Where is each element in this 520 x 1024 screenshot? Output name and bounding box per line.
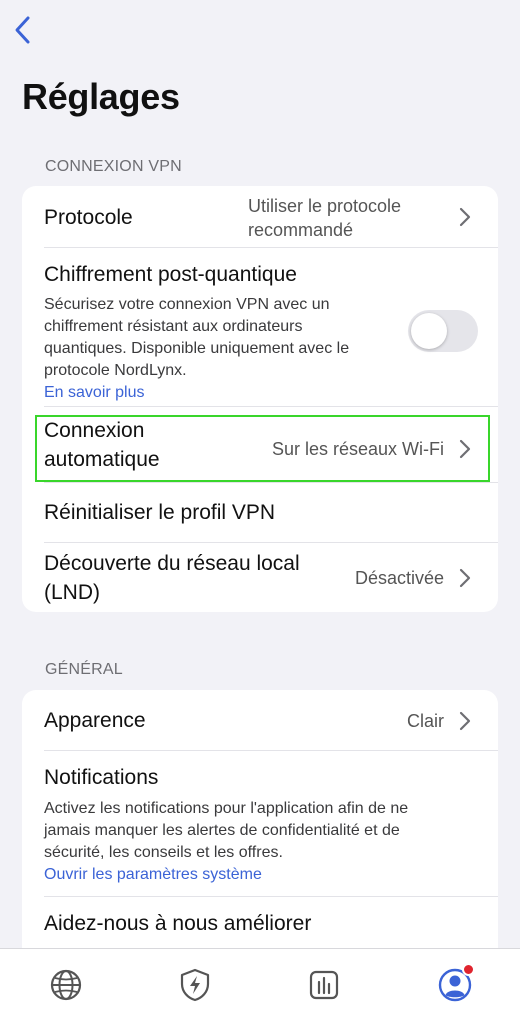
- auto-connect-label-line2: automatique: [44, 448, 160, 471]
- reset-vpn-profile-row[interactable]: Réinitialiser le profil VPN: [22, 483, 498, 543]
- tab-profile[interactable]: [435, 963, 475, 1005]
- lnd-label-line2: (LND): [44, 581, 100, 604]
- lnd-label-line1: Découverte du réseau local: [44, 552, 300, 575]
- shield-bolt-icon: [180, 968, 210, 1002]
- protocol-row[interactable]: Protocole Utiliser le protocole recomman…: [22, 186, 498, 248]
- post-quantum-desc-line: chiffrement résistant aux ordinateurs: [44, 318, 303, 335]
- section-header-general: GÉNÉRAL: [45, 661, 123, 678]
- protocol-value: Utiliser le protocole recommandé: [248, 194, 444, 242]
- toggle-knob: [411, 313, 447, 349]
- appearance-value: Clair: [406, 711, 444, 731]
- open-system-settings-link[interactable]: Ouvrir les paramètres système: [44, 864, 262, 886]
- page-title: Réglages: [22, 76, 180, 117]
- post-quantum-desc-line: protocole NordLynx.: [44, 362, 187, 379]
- notification-badge: [462, 963, 475, 976]
- reset-vpn-profile-label: Réinitialiser le profil VPN: [44, 501, 276, 524]
- auto-connect-row[interactable]: Connexion automatique Sur les réseaux Wi…: [22, 407, 498, 483]
- help-improve-label: Aidez-nous à nous améliorer: [44, 912, 312, 935]
- post-quantum-desc-line: quantiques. Disponible uniquement avec l…: [44, 340, 350, 357]
- chevron-right-icon: [459, 711, 471, 731]
- auto-connect-value: Sur les réseaux Wi-Fi: [271, 439, 444, 459]
- stats-icon: [309, 970, 339, 1000]
- chevron-left-icon: [15, 16, 30, 44]
- notifications-desc-line: Activez les notifications pour l'applica…: [44, 800, 409, 817]
- appearance-label: Apparence: [44, 709, 146, 732]
- back-button[interactable]: [8, 12, 36, 48]
- auto-connect-label: Connexion automatique: [44, 416, 160, 474]
- post-quantum-description: Sécurisez votre connexion VPN avec un ch…: [44, 294, 404, 382]
- notifications-row: Notifications Activez les notifications …: [22, 751, 498, 897]
- tab-stats[interactable]: [304, 965, 344, 1005]
- protocol-label: Protocole: [44, 206, 133, 229]
- post-quantum-label: Chiffrement post-quantique: [44, 263, 297, 286]
- auto-connect-label-line1: Connexion: [44, 419, 145, 442]
- post-quantum-row: Chiffrement post-quantique Sécurisez vot…: [22, 248, 498, 407]
- lnd-label: Découverte du réseau local (LND): [44, 549, 300, 607]
- vpn-settings-card: Protocole Utiliser le protocole recomman…: [22, 186, 498, 612]
- learn-more-link[interactable]: En savoir plus: [44, 382, 145, 404]
- lnd-row[interactable]: Découverte du réseau local (LND) Désacti…: [22, 543, 498, 612]
- globe-icon: [50, 969, 82, 1001]
- post-quantum-toggle[interactable]: [408, 310, 478, 352]
- notifications-label: Notifications: [44, 766, 159, 789]
- post-quantum-desc-line: Sécurisez votre connexion VPN avec un: [44, 296, 330, 313]
- protocol-value-line2: recommandé: [248, 220, 354, 240]
- chevron-right-icon: [459, 568, 471, 588]
- settings-screen: Réglages CONNEXION VPN Protocole Utilise…: [0, 0, 520, 1024]
- lnd-value: Désactivée: [354, 568, 444, 588]
- bottom-tab-bar: [0, 948, 520, 1024]
- appearance-row[interactable]: Apparence Clair: [22, 690, 498, 751]
- chevron-right-icon: [459, 439, 471, 459]
- general-settings-card: Apparence Clair Notifications Activez le…: [22, 690, 498, 990]
- tab-threat-protection[interactable]: [175, 965, 215, 1005]
- chevron-right-icon: [459, 207, 471, 227]
- notifications-desc-line: jamais manquer les alertes de confidenti…: [44, 822, 400, 839]
- notifications-desc-line: sécurité, les conseils et les offres.: [44, 844, 283, 861]
- tab-globe[interactable]: [46, 965, 86, 1005]
- protocol-value-line1: Utiliser le protocole: [248, 196, 402, 216]
- notifications-description: Activez les notifications pour l'applica…: [44, 798, 484, 864]
- section-header-vpn: CONNEXION VPN: [45, 158, 182, 175]
